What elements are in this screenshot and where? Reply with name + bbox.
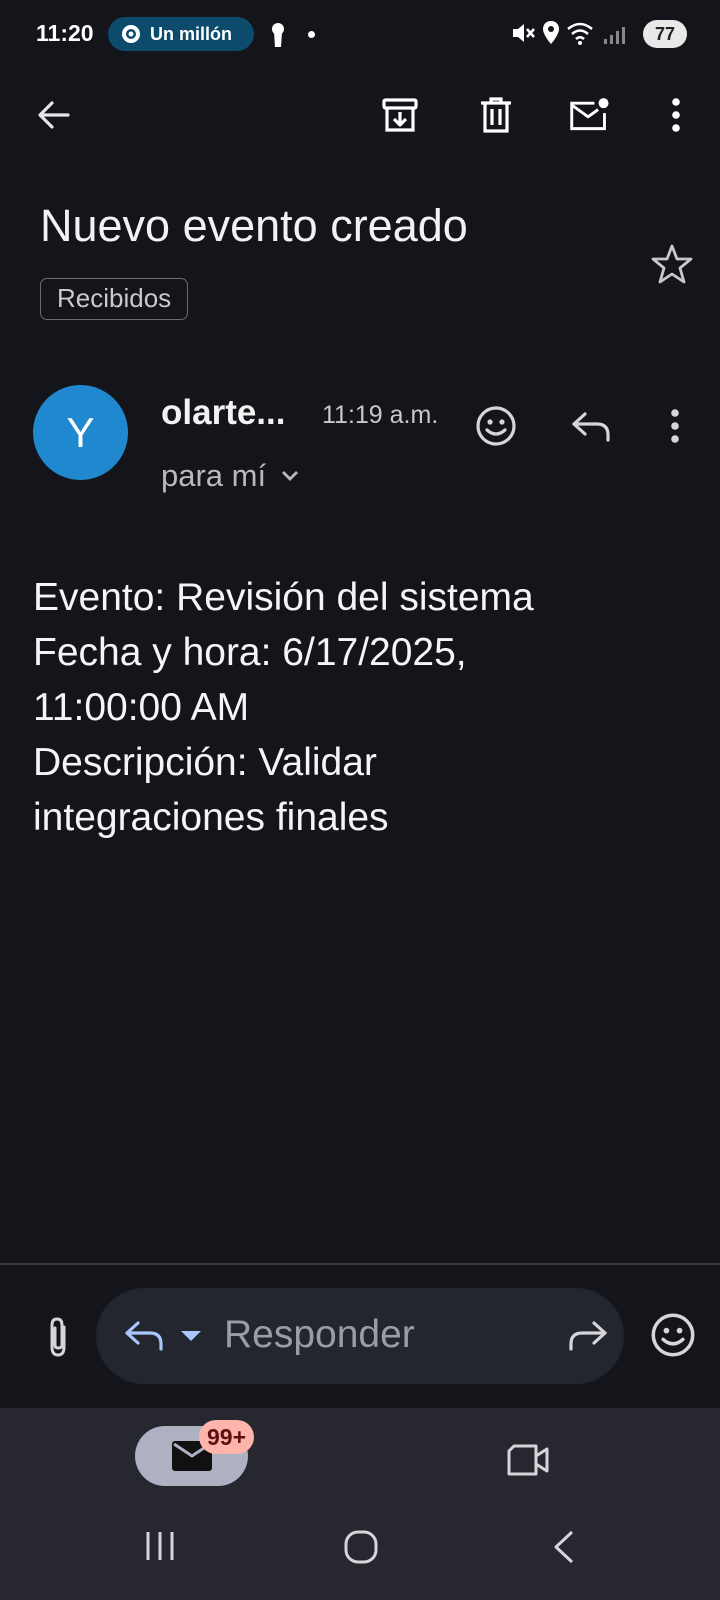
bottom-navigation: 99+ xyxy=(0,1408,720,1600)
notification-dot xyxy=(308,31,315,38)
reply-icon xyxy=(572,412,610,442)
more-options-button[interactable] xyxy=(656,95,696,135)
divider xyxy=(0,1263,720,1265)
recipient-details[interactable]: para mí xyxy=(161,458,300,494)
delete-button[interactable] xyxy=(476,95,516,135)
media-pill[interactable]: Un millón xyxy=(108,17,254,51)
caret-down-icon[interactable] xyxy=(180,1330,202,1342)
video-camera-icon[interactable] xyxy=(506,1443,550,1477)
inbox-label-chip[interactable]: Recibidos xyxy=(40,278,189,320)
back-arrow-icon xyxy=(38,101,70,129)
body-line: integraciones finales xyxy=(33,796,389,839)
mark-unread-icon xyxy=(570,98,609,131)
recent-apps-icon[interactable] xyxy=(144,1530,176,1562)
chevron-down-icon xyxy=(282,471,299,481)
status-bar: 11:20 Un millón 77 xyxy=(0,0,720,70)
email-subject: Nuevo evento creado xyxy=(40,200,468,251)
sender-name[interactable]: olarte... xyxy=(161,393,285,433)
add-reaction-button[interactable] xyxy=(473,403,519,449)
more-vert-icon xyxy=(671,409,679,443)
attach-icon[interactable] xyxy=(44,1315,74,1359)
forward-icon[interactable] xyxy=(568,1318,608,1352)
mute-icon xyxy=(513,24,535,42)
body-line: Fecha y hora: 6/17/2025, xyxy=(33,631,467,674)
trash-icon xyxy=(481,97,511,133)
reply-button[interactable] xyxy=(568,403,614,449)
mark-unread-button[interactable] xyxy=(569,95,609,135)
unread-badge: 99+ xyxy=(199,1420,255,1454)
emoji-icon xyxy=(476,406,516,446)
body-line: Descripción: Validar xyxy=(33,741,377,784)
archive-button[interactable] xyxy=(380,95,420,135)
home-icon[interactable] xyxy=(344,1530,378,1564)
location-icon xyxy=(543,21,559,44)
back-button[interactable] xyxy=(34,95,74,135)
emoji-icon[interactable] xyxy=(650,1312,696,1358)
battery-indicator: 77 xyxy=(643,20,687,48)
archive-icon xyxy=(382,98,418,132)
reply-icon[interactable] xyxy=(124,1318,164,1352)
body-line: Evento: Revisión del sistema xyxy=(33,576,534,619)
email-time: 11:19 a.m. xyxy=(322,401,439,429)
message-more-button[interactable] xyxy=(652,403,698,449)
star-icon[interactable] xyxy=(651,243,693,285)
play-circle-icon xyxy=(122,25,140,43)
reply-compose-field[interactable]: Responder xyxy=(96,1288,624,1384)
wifi-icon xyxy=(567,22,593,45)
signal-icon xyxy=(604,27,625,44)
status-time: 11:20 xyxy=(36,20,94,46)
more-vert-icon xyxy=(672,98,680,132)
sender-avatar[interactable]: Y xyxy=(33,385,128,480)
media-pill-label: Un millón xyxy=(150,23,232,44)
recipient-label: para mí xyxy=(161,458,267,493)
keyhole-icon xyxy=(272,23,284,47)
body-line: 11:00:00 AM xyxy=(33,686,250,729)
email-body: Evento: Revisión del sistema Fecha y hor… xyxy=(33,570,683,845)
system-back-icon[interactable] xyxy=(552,1530,576,1564)
reply-placeholder[interactable]: Responder xyxy=(224,1313,415,1357)
